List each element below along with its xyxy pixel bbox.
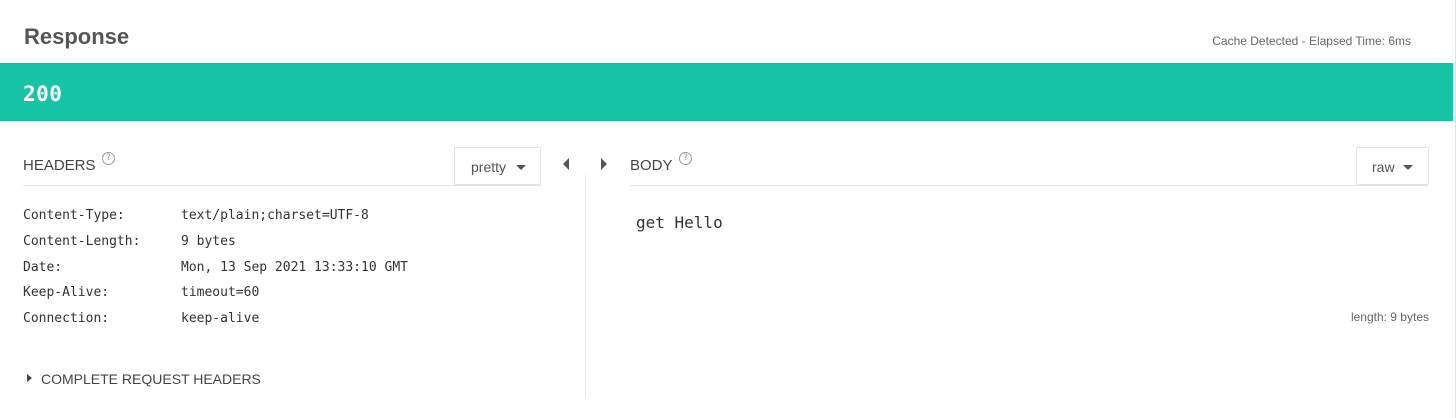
header-row: Content-Length: 9 bytes bbox=[23, 234, 523, 260]
header-key: Content-Type: bbox=[23, 208, 125, 223]
header-value: 9 bytes bbox=[181, 233, 236, 249]
header-value: text/plain;charset=UTF-8 bbox=[181, 208, 369, 223]
response-title: Response bbox=[24, 24, 130, 49]
headers-rule bbox=[23, 185, 541, 186]
header-row: Keep-Alive: timeout=60 bbox=[23, 285, 523, 311]
headers-format-dropdown[interactable]: pretty bbox=[454, 147, 541, 185]
body-help-icon[interactable]: ? bbox=[679, 152, 692, 165]
caret-down-icon bbox=[516, 165, 526, 170]
headers-format-value: pretty bbox=[471, 159, 507, 175]
header-value: keep-alive bbox=[181, 311, 260, 327]
status-bar: 200 bbox=[0, 63, 1453, 121]
body-format-value: raw bbox=[1372, 159, 1395, 175]
header-value: Mon, 13 Sep 2021 13:33:10 GMT bbox=[181, 259, 408, 275]
header-key: Connection: bbox=[23, 311, 110, 327]
body-content: get Hello bbox=[636, 213, 723, 232]
header-row: Connection: keep-alive bbox=[23, 311, 523, 337]
caret-right-icon bbox=[27, 374, 32, 382]
body-rule bbox=[630, 185, 1428, 186]
header-key: Keep-Alive: bbox=[23, 285, 110, 301]
caret-left-icon[interactable] bbox=[563, 158, 569, 170]
body-length-info: length: 9 bytes bbox=[1350, 310, 1429, 324]
header-value: timeout=60 bbox=[181, 285, 260, 301]
complete-request-headers-label: COMPLETE REQUEST HEADERS bbox=[41, 371, 261, 387]
panel-divider bbox=[585, 175, 586, 397]
response-header: Response Cache Detected - Elapsed Time: … bbox=[0, 0, 1456, 63]
header-key: Date: bbox=[23, 259, 63, 275]
header-key: Content-Length: bbox=[23, 233, 141, 249]
header-row: Date: Mon, 13 Sep 2021 13:33:10 GMT bbox=[23, 260, 523, 286]
caret-down-icon bbox=[1403, 165, 1413, 170]
body-label: BODY bbox=[630, 157, 673, 174]
headers-table: Content-Type: text/plain;charset=UTF-8 C… bbox=[23, 208, 523, 337]
headers-label: HEADERS bbox=[23, 157, 96, 174]
body-format-dropdown[interactable]: raw bbox=[1356, 147, 1429, 185]
caret-right-icon[interactable] bbox=[601, 158, 607, 170]
headers-help-icon[interactable]: ? bbox=[102, 152, 115, 165]
status-code: 200 bbox=[23, 82, 63, 106]
header-row: Content-Type: text/plain;charset=UTF-8 bbox=[23, 208, 523, 234]
cache-elapsed-info: Cache Detected - Elapsed Time: 6ms bbox=[1212, 34, 1411, 48]
